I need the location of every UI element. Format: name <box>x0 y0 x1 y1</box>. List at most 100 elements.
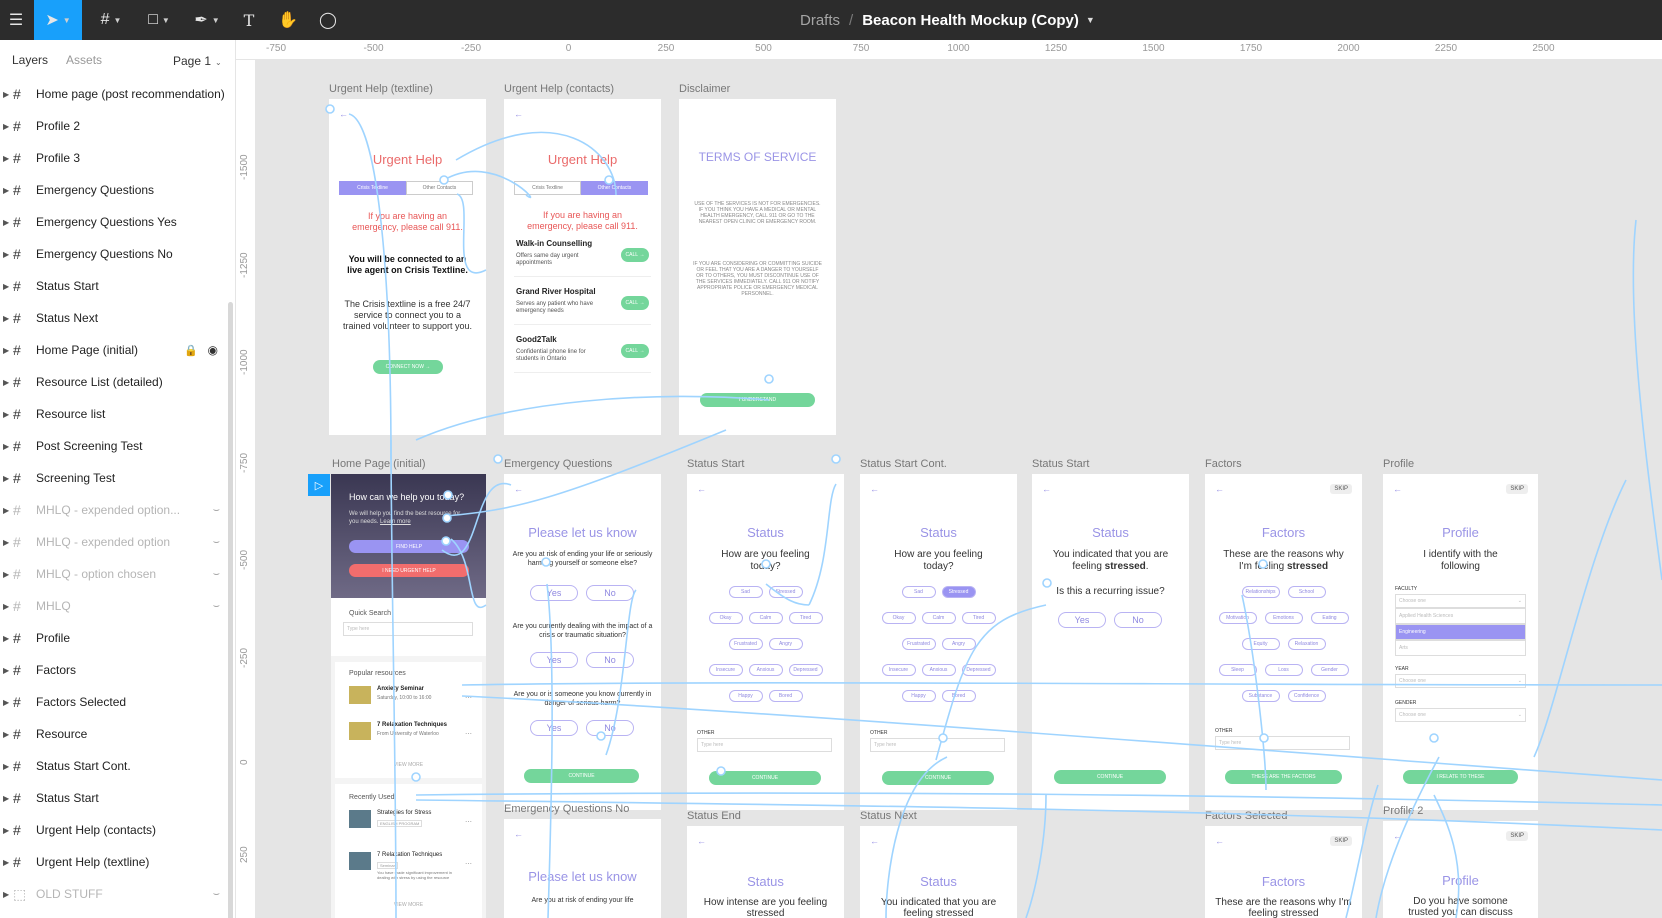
mood-pill[interactable]: Frustrated <box>901 638 936 650</box>
factor-pill[interactable]: Motivation <box>1218 612 1257 624</box>
more-icon[interactable]: ⋯ <box>465 730 472 738</box>
chevron-down-icon[interactable]: ▼ <box>1086 15 1095 25</box>
mood-pill[interactable]: Depressed <box>961 664 996 676</box>
continue-button[interactable]: CONTINUE <box>709 771 821 785</box>
layer-row[interactable]: ▶ # Emergency Questions <box>0 174 228 206</box>
factor-pill[interactable]: Loss <box>1264 664 1303 676</box>
page-selector[interactable]: Page 1 ⌄ <box>173 54 222 68</box>
expand-arrow-icon[interactable]: ▶ <box>3 122 9 131</box>
mood-pill[interactable]: Bored <box>941 690 976 702</box>
layer-row[interactable]: ▶ # Factors <box>0 654 228 686</box>
other-input[interactable]: Type here <box>1215 736 1350 750</box>
expand-arrow-icon[interactable]: ▶ <box>3 186 9 195</box>
expand-arrow-icon[interactable]: ▶ <box>3 666 9 675</box>
tab-other-contacts[interactable]: Other Contacts <box>406 181 473 195</box>
expand-arrow-icon[interactable]: ▶ <box>3 474 9 483</box>
comment-tool-button[interactable]: ◯ <box>314 0 342 40</box>
these-are-the-factors-button[interactable]: THESE ARE THE FACTORS <box>1225 770 1342 784</box>
back-arrow-icon[interactable]: ← <box>697 484 706 494</box>
layer-row[interactable]: ▶ # Home Page (initial) 🔒 ◉ <box>0 334 228 366</box>
hidden-eye-icon[interactable]: ⌣ <box>213 568 220 581</box>
mood-pill[interactable]: Okay <box>708 612 743 624</box>
frame-label[interactable]: Emergency Questions <box>504 458 612 470</box>
other-input[interactable]: Type here <box>697 738 832 752</box>
yes-button[interactable]: Yes <box>530 720 578 736</box>
resource-item[interactable]: 7 Relaxation Techniques From University o… <box>349 720 476 750</box>
connect-now-button[interactable]: CONNECT NOW → <box>373 360 443 374</box>
mood-pill[interactable]: Anxious <box>921 664 956 676</box>
layer-row[interactable]: ▶ # Status Start Cont. <box>0 750 228 782</box>
factor-pill[interactable]: Relaxation <box>1287 638 1326 650</box>
frame-profile[interactable]: ← SKIP Profile I identify with the follo… <box>1383 474 1538 810</box>
frame-tool-button[interactable]: # ▼ <box>92 0 130 40</box>
layer-row[interactable]: ▶ # Resource list <box>0 398 228 430</box>
urgent-help-button[interactable]: I NEED URGENT HELP <box>349 564 469 577</box>
pen-tool-button[interactable]: ✒ ▼ <box>188 0 226 40</box>
layer-row[interactable]: ▶ # Factors Selected <box>0 686 228 718</box>
call-button[interactable]: CALL → <box>621 344 649 358</box>
back-arrow-icon[interactable]: ← <box>1215 484 1224 494</box>
no-button[interactable]: No <box>586 720 634 736</box>
layer-row[interactable]: ▶ # MHLQ ⌣ <box>0 590 228 622</box>
no-button[interactable]: No <box>586 652 634 668</box>
breadcrumb-drafts[interactable]: Drafts <box>800 12 840 29</box>
move-tool-button[interactable]: ➤ ▼ <box>34 0 82 40</box>
mood-pill[interactable]: Sad <box>728 586 763 598</box>
hidden-eye-icon[interactable]: ⌣ <box>213 504 220 517</box>
mood-pill[interactable]: Sad <box>901 586 936 598</box>
back-arrow-icon[interactable]: ← <box>514 109 523 119</box>
expand-arrow-icon[interactable]: ▶ <box>3 890 9 899</box>
mood-pill[interactable]: Calm <box>921 612 956 624</box>
mood-pill[interactable]: Frustrated <box>728 638 763 650</box>
expand-arrow-icon[interactable]: ▶ <box>3 378 9 387</box>
more-icon[interactable]: ⋯ <box>465 860 472 868</box>
layer-row[interactable]: ▶ # Profile 2 <box>0 110 228 142</box>
mood-pill[interactable]: Happy <box>901 690 936 702</box>
quick-search-input[interactable]: Type here <box>343 622 473 636</box>
back-arrow-icon[interactable]: ← <box>514 484 523 494</box>
factor-pill[interactable]: Emotions <box>1264 612 1303 624</box>
layer-row[interactable]: ▶ # MHLQ - option chosen ⌣ <box>0 558 228 590</box>
frame-factors-selected[interactable]: ← SKIP Factors These are the reasons why… <box>1205 826 1362 918</box>
expand-arrow-icon[interactable]: ▶ <box>3 538 9 547</box>
skip-button[interactable]: SKIP <box>1330 836 1352 846</box>
layer-row[interactable]: ▶ # Post Screening Test <box>0 430 228 462</box>
expand-arrow-icon[interactable]: ▶ <box>3 794 9 803</box>
contact-item[interactable]: Good2Talk Confidential phone line for stu… <box>514 331 651 373</box>
faculty-option[interactable]: Engineering <box>1395 624 1526 640</box>
yes-button[interactable]: Yes <box>530 585 578 601</box>
layer-row[interactable]: ▶ # Resource List (detailed) <box>0 366 228 398</box>
call-button[interactable]: CALL → <box>621 248 649 262</box>
mood-pill[interactable]: Insecure <box>708 664 743 676</box>
skip-button[interactable]: SKIP <box>1506 484 1528 494</box>
continue-button[interactable]: CONTINUE <box>524 769 639 783</box>
skip-button[interactable]: SKIP <box>1330 484 1352 494</box>
expand-arrow-icon[interactable]: ▶ <box>3 826 9 835</box>
recent-item[interactable]: 7 Relaxation Techniques Seminar You have m… <box>349 850 476 888</box>
yes-button[interactable]: Yes <box>530 652 578 668</box>
back-arrow-icon[interactable]: ← <box>1393 484 1402 494</box>
expand-arrow-icon[interactable]: ▶ <box>3 314 9 323</box>
frame-status-start[interactable]: ← Status How are you feeling today? OTHE… <box>687 474 844 810</box>
hand-tool-button[interactable]: ✋ <box>274 0 302 40</box>
layer-row[interactable]: ▶ # Status Start <box>0 782 228 814</box>
factor-pill[interactable]: Substance <box>1241 690 1280 702</box>
frame-urgent-help-contacts[interactable]: ← Urgent Help Crisis Textline Other Cont… <box>504 99 661 435</box>
factor-pill[interactable]: Sleep <box>1218 664 1257 676</box>
expand-arrow-icon[interactable]: ▶ <box>3 410 9 419</box>
frame-profile-2[interactable]: ← SKIP Profile Do you have somone truste… <box>1383 821 1538 918</box>
layer-row[interactable]: ▶ # Resource <box>0 718 228 750</box>
expand-arrow-icon[interactable]: ▶ <box>3 602 9 611</box>
expand-arrow-icon[interactable]: ▶ <box>3 282 9 291</box>
find-help-button[interactable]: FIND HELP <box>349 540 469 553</box>
frame-status-start-2[interactable]: ← Status You indicated that you are feel… <box>1032 474 1189 810</box>
gender-select[interactable]: Choose one ⌄ <box>1395 708 1526 722</box>
lock-icon[interactable]: 🔒 <box>184 344 198 357</box>
mood-pill[interactable]: Bored <box>768 690 803 702</box>
layer-row[interactable]: ▶ # Home page (post recommendation) <box>0 78 228 110</box>
no-button[interactable]: No <box>586 585 634 601</box>
factor-pill[interactable]: Confidence <box>1287 690 1326 702</box>
back-arrow-icon[interactable]: ← <box>514 829 523 839</box>
frame-emergency-questions[interactable]: ← Please let us know Are you at risk of … <box>504 474 661 810</box>
frame-label[interactable]: Factors Selected <box>1205 810 1288 822</box>
